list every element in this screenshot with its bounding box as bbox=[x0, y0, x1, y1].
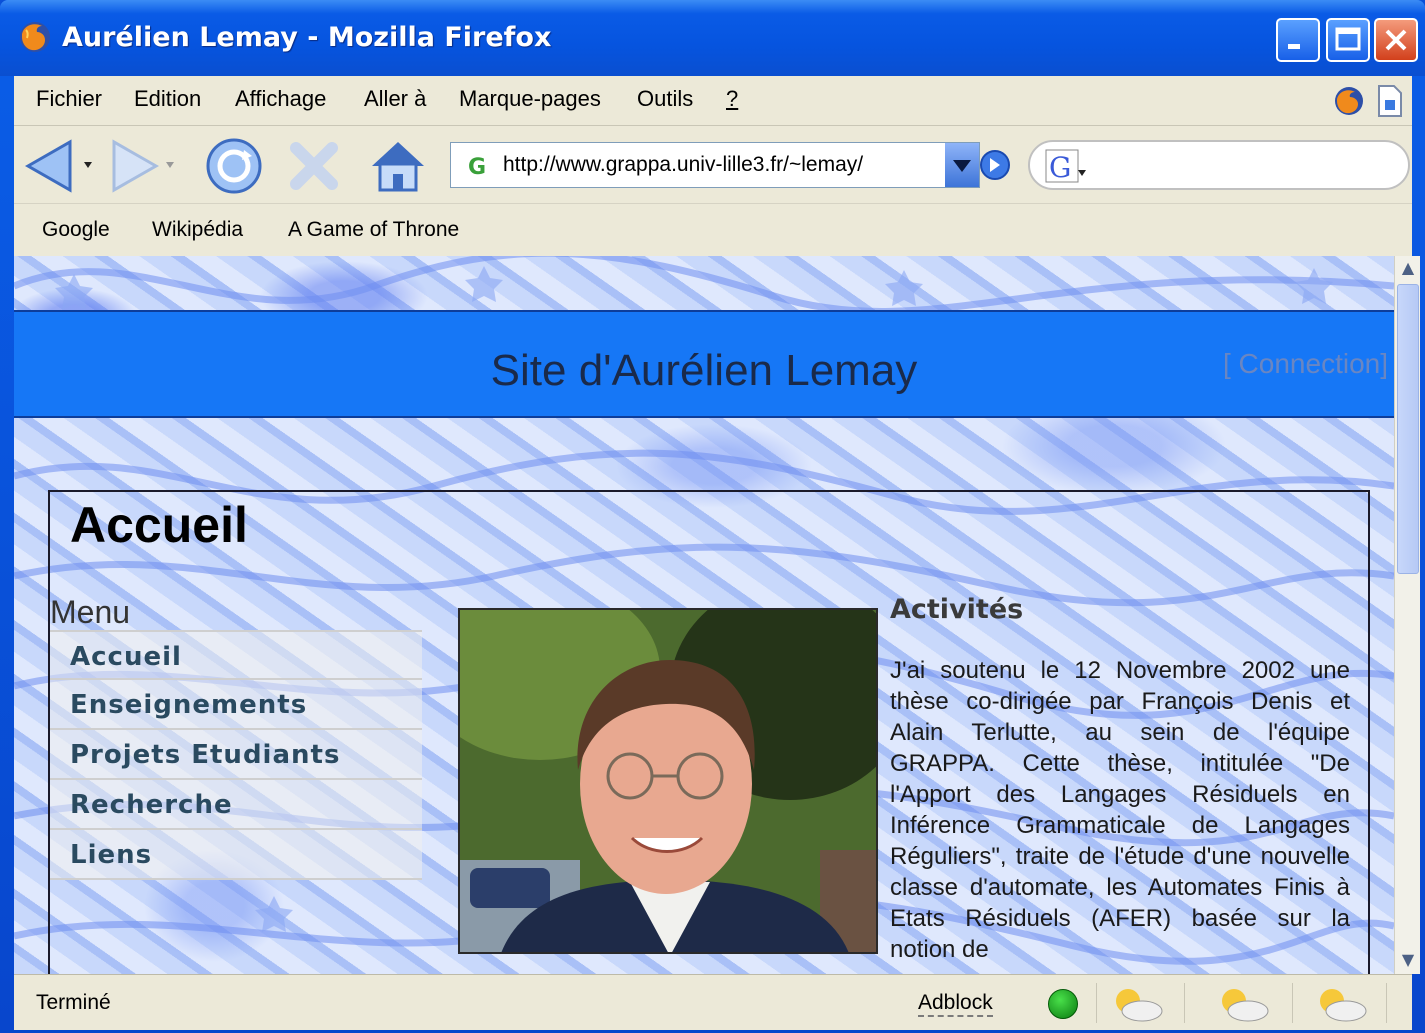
bookmark-google[interactable]: Google bbox=[42, 218, 110, 242]
weather-cloudy-icon[interactable] bbox=[1212, 985, 1272, 1023]
menu-title: Menu bbox=[50, 594, 131, 630]
status-separator bbox=[1292, 983, 1293, 1023]
status-bar: Terminé Adblock bbox=[14, 974, 1412, 1030]
status-separator bbox=[1386, 983, 1387, 1023]
scroll-down-icon[interactable]: ▼ bbox=[1397, 950, 1419, 972]
menu-link-projets-etudiants[interactable]: Projets Etudiants bbox=[50, 730, 422, 780]
close-button[interactable] bbox=[1374, 18, 1418, 62]
adblock-button[interactable]: Adblock bbox=[918, 991, 993, 1017]
browser-window: Aurélien Lemay - Mozilla Firefox Fichier… bbox=[0, 0, 1425, 1033]
navigation-toolbar: G http://www.grappa.univ-lille3.fr/~lema… bbox=[14, 126, 1412, 204]
window-title: Aurélien Lemay - Mozilla Firefox bbox=[62, 22, 552, 53]
status-green-icon[interactable] bbox=[1048, 989, 1078, 1019]
minimize-icon bbox=[1288, 44, 1300, 49]
page-icon[interactable] bbox=[1376, 84, 1404, 118]
svg-text:G: G bbox=[1049, 151, 1071, 184]
bookmarks-toolbar: Google Wikipédia A Game of Throne bbox=[14, 204, 1412, 256]
status-separator bbox=[1184, 983, 1185, 1023]
title-bar[interactable]: Aurélien Lemay - Mozilla Firefox bbox=[0, 0, 1425, 76]
back-icon[interactable] bbox=[24, 138, 96, 194]
portrait-photo bbox=[458, 608, 878, 954]
url-input[interactable]: http://www.grappa.univ-lille3.fr/~lemay/ bbox=[503, 153, 863, 177]
activities-text: J'ai soutenu le 12 Novembre 2002 une thè… bbox=[890, 657, 1350, 963]
close-icon bbox=[1385, 29, 1407, 51]
svg-text:G: G bbox=[468, 155, 486, 179]
weather-cloudy-icon[interactable] bbox=[1310, 985, 1370, 1023]
page-title: Accueil bbox=[70, 497, 248, 553]
menu-help[interactable]: ? bbox=[726, 86, 738, 112]
google-icon[interactable]: G bbox=[1044, 148, 1090, 184]
url-dropdown-button[interactable] bbox=[945, 143, 979, 187]
search-box[interactable]: G bbox=[1028, 140, 1410, 190]
maximize-icon bbox=[1335, 27, 1361, 51]
go-icon[interactable] bbox=[978, 148, 1012, 182]
vertical-scrollbar[interactable]: ▲ ▼ bbox=[1394, 256, 1420, 974]
portrait-image bbox=[460, 610, 876, 952]
activities-title: Activités bbox=[890, 594, 1024, 625]
site-menu: Menu Accueil Enseignements Projets Etudi… bbox=[50, 594, 422, 974]
firefox-icon bbox=[20, 22, 50, 52]
menu-edition[interactable]: Edition bbox=[134, 86, 201, 112]
menu-link-liens[interactable]: Liens bbox=[50, 830, 422, 880]
chevron-down-icon bbox=[953, 160, 971, 172]
maximize-button[interactable] bbox=[1326, 18, 1370, 62]
main-panel: Accueil Menu Accueil Enseignements Proje… bbox=[48, 490, 1370, 974]
menu-list: Accueil Enseignements Projets Etudiants … bbox=[50, 630, 422, 880]
activities-section: Activités J'ai soutenu le 12 Novembre 20… bbox=[890, 594, 1350, 965]
reload-icon[interactable] bbox=[204, 136, 264, 196]
firefox-throbber-icon bbox=[1335, 87, 1363, 115]
menu-affichage[interactable]: Affichage bbox=[235, 86, 326, 112]
bookmark-wikipedia[interactable]: Wikipédia bbox=[152, 218, 243, 242]
menu-link-recherche[interactable]: Recherche bbox=[50, 780, 422, 830]
weather-cloudy-icon[interactable] bbox=[1106, 985, 1166, 1023]
minimize-button[interactable] bbox=[1276, 18, 1320, 62]
menu-outils[interactable]: Outils bbox=[637, 86, 693, 112]
url-bar[interactable]: G http://www.grappa.univ-lille3.fr/~lema… bbox=[450, 142, 980, 188]
scroll-thumb[interactable] bbox=[1397, 284, 1419, 574]
home-icon[interactable] bbox=[366, 136, 430, 196]
menu-aller-a[interactable]: Aller à bbox=[364, 86, 426, 112]
menu-link-accueil[interactable]: Accueil bbox=[50, 630, 422, 680]
site-favicon-icon: G bbox=[464, 154, 488, 179]
status-separator bbox=[1096, 983, 1097, 1023]
page-content: Site d'Aurélien Lemay [ Connection] Accu… bbox=[14, 256, 1394, 974]
connection-link[interactable]: [ Connection] bbox=[1223, 348, 1388, 380]
menu-bar: Fichier Edition Affichage Aller à Marque… bbox=[14, 76, 1412, 126]
site-banner: Site d'Aurélien Lemay [ Connection] bbox=[14, 310, 1394, 418]
stop-icon[interactable] bbox=[286, 138, 342, 194]
menu-marque-pages[interactable]: Marque-pages bbox=[459, 86, 601, 112]
status-text: Terminé bbox=[36, 991, 111, 1014]
site-title: Site d'Aurélien Lemay bbox=[490, 346, 918, 395]
forward-icon[interactable] bbox=[110, 138, 182, 194]
scroll-up-icon[interactable]: ▲ bbox=[1397, 258, 1419, 280]
menu-fichier[interactable]: Fichier bbox=[36, 86, 102, 112]
bookmark-game-of-throne[interactable]: A Game of Throne bbox=[288, 218, 459, 242]
menu-link-enseignements[interactable]: Enseignements bbox=[50, 680, 422, 730]
